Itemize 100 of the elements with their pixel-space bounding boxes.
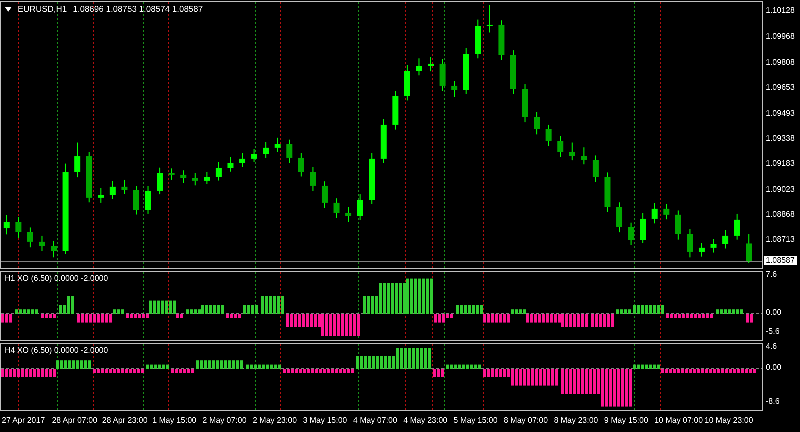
candle	[722, 230, 729, 250]
price-label: 1.10128	[766, 6, 795, 16]
candle	[74, 142, 81, 178]
candle	[698, 242, 705, 258]
price-label: 1.09023	[766, 184, 795, 194]
price-label: 1.08868	[766, 210, 795, 219]
candle	[204, 172, 210, 185]
candle	[380, 118, 387, 164]
candle	[286, 139, 293, 164]
candle	[251, 148, 258, 163]
candle	[428, 56, 434, 72]
candle	[522, 84, 528, 124]
candle	[734, 213, 740, 240]
candle	[110, 180, 116, 200]
candle	[16, 217, 22, 239]
time-label: 28 Apr 07:00	[52, 416, 98, 425]
time-label: 27 Apr 2017	[2, 416, 46, 425]
time-label: 9 May 15:00	[604, 416, 648, 425]
candle	[192, 173, 198, 186]
candle	[640, 212, 646, 244]
time-label: 4 May 23:00	[404, 416, 448, 425]
candle	[274, 137, 281, 153]
axis-label: 0.00	[766, 308, 782, 317]
candle	[486, 4, 493, 34]
candle	[228, 156, 234, 172]
indicator-label: H1 XO (6.50) 0.0000 -2.0000	[5, 274, 108, 283]
candle	[322, 181, 328, 209]
price-label: 1.09183	[766, 158, 795, 168]
candle	[392, 90, 399, 130]
time-label: 4 May 07:00	[353, 416, 398, 425]
candle	[746, 234, 752, 264]
candle	[546, 124, 552, 146]
candle	[357, 194, 364, 221]
axis-label: 0.00	[766, 363, 782, 372]
candle	[628, 222, 634, 246]
candle	[334, 198, 340, 218]
candle	[510, 50, 516, 95]
candle	[86, 152, 92, 204]
candle	[4, 214, 10, 236]
candle	[652, 202, 658, 224]
time-label: 28 Apr 23:00	[102, 416, 148, 425]
candle	[310, 166, 316, 192]
candle	[98, 188, 104, 204]
candle	[475, 19, 482, 60]
candle	[263, 142, 270, 159]
candle	[216, 162, 222, 182]
candle	[558, 136, 564, 158]
candle	[710, 238, 717, 254]
candle	[27, 227, 34, 248]
price-label: 1.09338	[766, 134, 795, 143]
candle	[39, 235, 46, 252]
candle	[404, 64, 410, 102]
axis-label: 7.6	[766, 270, 778, 279]
candle	[498, 20, 505, 61]
dropdown-icon[interactable]	[5, 6, 12, 12]
time-label: 2 May 07:00	[202, 416, 247, 425]
candle	[687, 228, 694, 258]
ohlc-values: 1.08696 1.08753 1.08574 1.08587	[73, 4, 204, 14]
price-label: 1.08713	[766, 234, 795, 244]
time-label: 3 May 15:00	[303, 416, 348, 425]
current-price-label: 1.08587	[764, 256, 797, 266]
axis-label: -8.6	[766, 397, 780, 406]
price-label: 1.09493	[766, 108, 795, 118]
candle	[592, 155, 599, 183]
candle	[145, 186, 152, 214]
candle	[298, 152, 304, 178]
time-label: 1 May 15:00	[152, 416, 197, 425]
time-label: 8 May 23:00	[554, 416, 598, 425]
candle	[133, 186, 140, 216]
indicator-label: H4 XO (6.50) 0.0000 -2.0000	[5, 346, 108, 355]
candle	[168, 168, 175, 180]
candle	[51, 240, 58, 258]
axis-label: -5.6	[766, 327, 780, 336]
candle	[534, 112, 540, 136]
candle	[581, 147, 588, 166]
time-label: 10 May 07:00	[654, 416, 704, 425]
axis-label: 4.6	[766, 342, 778, 351]
candle	[416, 58, 422, 76]
candle	[616, 202, 623, 234]
candle	[463, 48, 470, 95]
candle	[122, 179, 128, 195]
candle	[157, 167, 164, 196]
candle	[675, 210, 682, 240]
candle	[569, 142, 576, 162]
time-label: 8 May 07:00	[504, 416, 548, 425]
symbol-label: EURUSD,H1	[18, 4, 68, 14]
price-label: 1.09808	[766, 58, 795, 67]
candle	[369, 152, 376, 205]
price-label: 1.09968	[766, 32, 795, 41]
candle	[240, 152, 246, 168]
candle	[346, 206, 352, 223]
candle	[180, 170, 187, 184]
price-label: 1.09653	[766, 82, 795, 92]
time-label: 5 May 15:00	[454, 416, 498, 425]
time-label: 2 May 23:00	[253, 416, 298, 425]
time-label: 10 May 23:00	[704, 416, 754, 425]
candle	[664, 204, 670, 220]
candle	[604, 172, 611, 213]
candle	[452, 80, 458, 98]
candle	[440, 58, 446, 92]
